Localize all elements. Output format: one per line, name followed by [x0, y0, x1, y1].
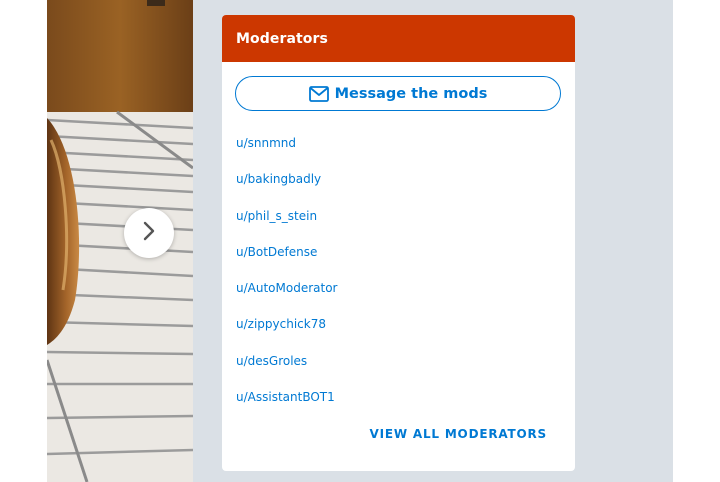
- moderator-link[interactable]: u/AutoModerator: [236, 281, 337, 317]
- moderator-list: u/snnmnd u/bakingbadly u/phil_s_stein u/…: [236, 136, 337, 426]
- moderator-link[interactable]: u/bakingbadly: [236, 172, 337, 208]
- mail-icon: [308, 85, 329, 102]
- moderator-link[interactable]: u/snnmnd: [236, 136, 337, 172]
- moderator-link[interactable]: u/phil_s_stein: [236, 209, 337, 245]
- chevron-right-icon: [141, 220, 157, 246]
- moderator-link[interactable]: u/zippychick78: [236, 317, 337, 353]
- page: Moderators Message the mods u/snnmnd u/b…: [0, 0, 720, 482]
- moderators-widget: Moderators Message the mods u/snnmnd u/b…: [222, 15, 575, 471]
- moderator-link[interactable]: u/desGroles: [236, 354, 337, 390]
- moderator-link[interactable]: u/BotDefense: [236, 245, 337, 281]
- message-mods-button[interactable]: Message the mods: [235, 76, 561, 111]
- message-mods-label: Message the mods: [334, 85, 488, 102]
- next-image-button[interactable]: [124, 208, 174, 258]
- widget-header: Moderators: [222, 15, 575, 62]
- moderator-link[interactable]: u/AssistantBOT1: [236, 390, 337, 426]
- view-all-moderators-link[interactable]: VIEW ALL MODERATORS: [370, 427, 548, 441]
- widget-title: Moderators: [236, 30, 328, 47]
